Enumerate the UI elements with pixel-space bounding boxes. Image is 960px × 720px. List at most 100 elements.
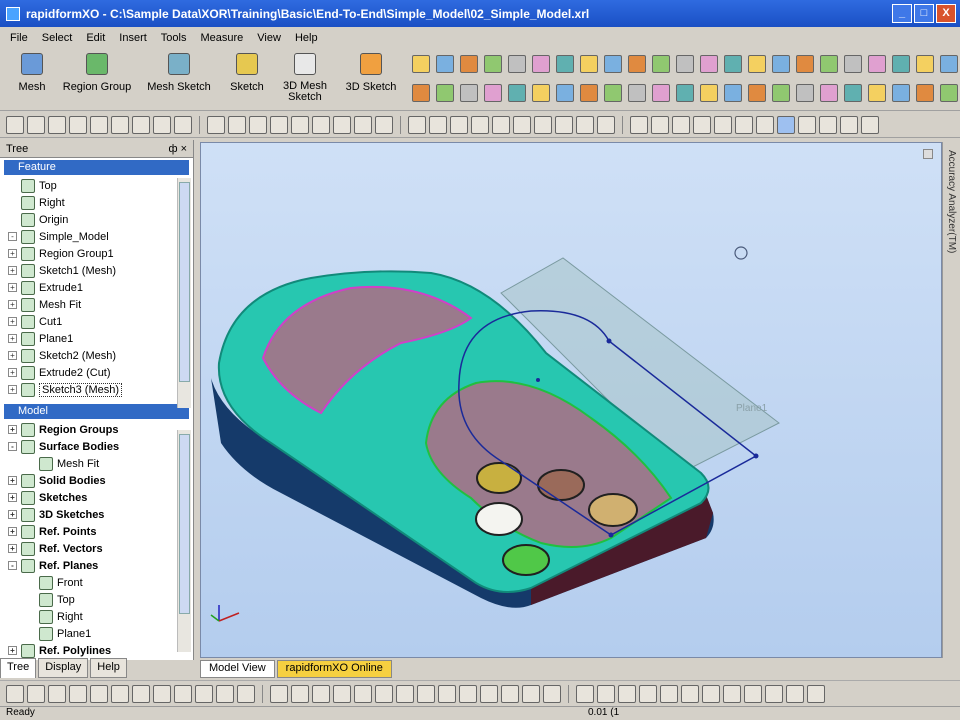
hole-1[interactable]	[476, 462, 522, 494]
toolbar-button[interactable]	[333, 115, 351, 134]
toolbar-button[interactable]	[840, 115, 858, 134]
sketch-button[interactable]: Sketch	[222, 53, 272, 109]
mesh-sketch-button[interactable]: Mesh Sketch	[142, 53, 216, 109]
toolbar-button[interactable]	[90, 115, 108, 134]
toolbar-button[interactable]	[270, 684, 288, 703]
region-group-button[interactable]: Region Group	[58, 53, 136, 109]
toolbar-button[interactable]	[786, 684, 804, 703]
menu-tools[interactable]: Tools	[161, 32, 187, 44]
toolbar-button[interactable]	[501, 684, 519, 703]
expand-toggle-icon[interactable]: +	[8, 368, 17, 377]
expand-toggle-icon[interactable]: +	[8, 476, 17, 485]
toolbar-button[interactable]	[6, 115, 24, 134]
tool-icon[interactable]	[460, 55, 478, 73]
toolbar-button[interactable]	[237, 684, 255, 703]
toolbar-button[interactable]	[27, 115, 45, 134]
feature-tree-item[interactable]: Right	[8, 194, 193, 211]
expand-toggle-icon[interactable]: +	[8, 493, 17, 502]
tool-icon[interactable]	[580, 84, 598, 102]
toolbar-button[interactable]	[195, 684, 213, 703]
toolbar-button[interactable]	[270, 115, 288, 134]
sketch-point[interactable]	[606, 338, 612, 344]
toolbar-button[interactable]	[798, 115, 816, 134]
toolbar-button[interactable]	[861, 115, 879, 134]
tool-icon[interactable]	[772, 55, 790, 73]
tool-icon[interactable]	[652, 55, 670, 73]
tool-icon[interactable]	[556, 84, 574, 102]
close-button[interactable]: X	[936, 4, 956, 23]
sketch-point[interactable]	[608, 532, 614, 538]
toolbar-button[interactable]	[819, 115, 837, 134]
toolbar-button[interactable]	[291, 115, 309, 134]
pin-icon[interactable]: ф	[168, 143, 177, 155]
expand-toggle-icon[interactable]: +	[8, 646, 17, 655]
toolbar-button[interactable]	[291, 684, 309, 703]
expand-toggle-icon[interactable]: -	[8, 561, 17, 570]
tool-icon[interactable]	[508, 84, 526, 102]
tool-icon[interactable]	[724, 84, 742, 102]
feature-tree-item[interactable]: + Sketch1 (Mesh)	[8, 262, 193, 279]
expand-toggle-icon[interactable]: -	[8, 442, 17, 451]
tool-icon[interactable]	[556, 55, 574, 73]
toolbar-button[interactable]	[174, 684, 192, 703]
hole-3[interactable]	[588, 493, 638, 527]
expand-toggle-icon[interactable]: +	[8, 385, 17, 394]
tool-icon[interactable]	[484, 84, 502, 102]
tool-icon[interactable]	[844, 55, 862, 73]
tab-online[interactable]: rapidformXO Online	[276, 660, 392, 678]
feature-tree-item[interactable]: + Extrude2 (Cut)	[8, 364, 193, 381]
feature-tree-item[interactable]: Origin	[8, 211, 193, 228]
toolbar-button[interactable]	[618, 684, 636, 703]
tool-icon[interactable]	[868, 84, 886, 102]
tool-icon[interactable]	[940, 84, 958, 102]
tool-icon[interactable]	[676, 55, 694, 73]
toolbar-button[interactable]	[408, 115, 426, 134]
toolbar-button[interactable]	[744, 684, 762, 703]
tool-icon[interactable]	[868, 55, 886, 73]
model-tree-item[interactable]: + Sketches	[8, 489, 193, 506]
toolbar-button[interactable]	[807, 684, 825, 703]
3d-mesh-sketch-button[interactable]: 3D Mesh Sketch	[278, 53, 332, 109]
expand-toggle-icon[interactable]: +	[8, 527, 17, 536]
toolbar-button[interactable]	[354, 684, 372, 703]
toolbar-button[interactable]	[174, 115, 192, 134]
tool-icon[interactable]	[796, 55, 814, 73]
toolbar-button[interactable]	[513, 115, 531, 134]
toolbar-button[interactable]	[576, 684, 594, 703]
menu-select[interactable]: Select	[42, 32, 73, 44]
tool-icon[interactable]	[460, 84, 478, 102]
tool-icon[interactable]	[412, 84, 430, 102]
panel-close-icon[interactable]: ×	[181, 143, 187, 155]
model-section-header[interactable]: Model	[4, 404, 189, 419]
toolbar-button[interactable]	[396, 684, 414, 703]
feature-tree-item[interactable]: + Region Group1	[8, 245, 193, 262]
model-tree-item[interactable]: Mesh Fit	[8, 455, 193, 472]
tool-icon[interactable]	[892, 55, 910, 73]
tab-tree[interactable]: Tree	[0, 658, 37, 678]
toolbar-button[interactable]	[522, 684, 540, 703]
expand-toggle-icon[interactable]: +	[8, 283, 17, 292]
tool-icon[interactable]	[796, 84, 814, 102]
feature-tree-item[interactable]: - Simple_Model	[8, 228, 193, 245]
toolbar-button[interactable]	[450, 115, 468, 134]
toolbar-button[interactable]	[417, 684, 435, 703]
tool-icon[interactable]	[916, 84, 934, 102]
tool-icon[interactable]	[508, 55, 526, 73]
sketch-point[interactable]	[753, 453, 759, 459]
toolbar-button[interactable]	[333, 684, 351, 703]
tool-icon[interactable]	[532, 55, 550, 73]
model-viewport[interactable]: Plane1	[200, 142, 942, 658]
toolbar-button[interactable]	[672, 115, 690, 134]
feature-tree-item[interactable]: + Extrude1	[8, 279, 193, 296]
toolbar-button[interactable]	[48, 115, 66, 134]
feature-tree-item[interactable]: + Cut1	[8, 313, 193, 330]
expand-toggle-icon[interactable]: +	[8, 544, 17, 553]
toolbar-button[interactable]	[630, 115, 648, 134]
toolbar-button[interactable]	[534, 115, 552, 134]
toolbar-button[interactable]	[429, 115, 447, 134]
toolbar-button[interactable]	[375, 684, 393, 703]
menu-help[interactable]: Help	[295, 32, 318, 44]
tool-icon[interactable]	[772, 84, 790, 102]
tool-icon[interactable]	[484, 55, 502, 73]
tool-icon[interactable]	[628, 84, 646, 102]
